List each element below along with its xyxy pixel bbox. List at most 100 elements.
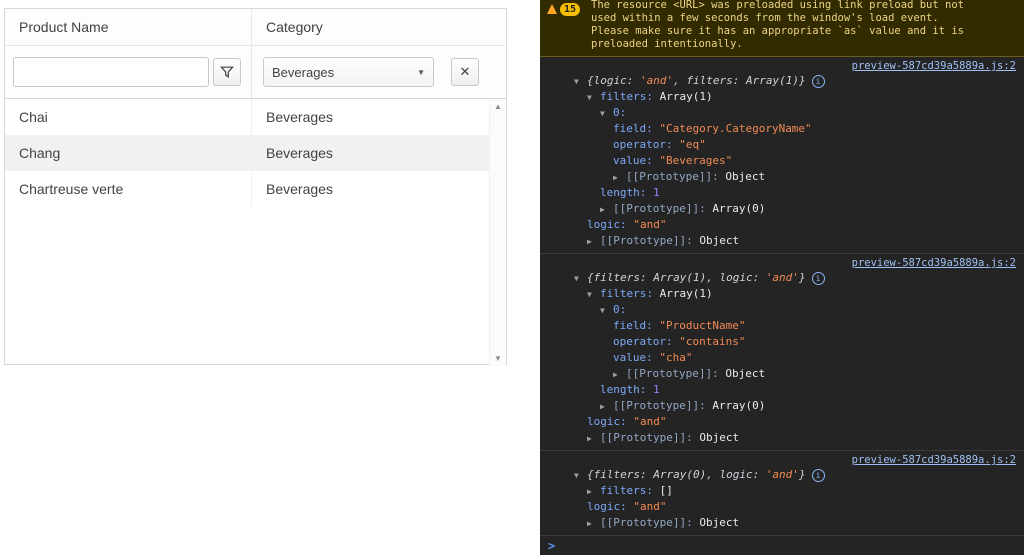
warning-line: Please make sure it has an appropriate `… <box>591 25 964 38</box>
property-value: Array(0) <box>712 399 765 412</box>
info-icon[interactable]: i <box>812 272 825 285</box>
tree-property: ▶filters: [] <box>540 483 1024 499</box>
disclosure-triangle[interactable]: ▼ <box>587 90 600 106</box>
tree-property: operator: "eq" <box>540 137 1024 153</box>
property-value: "and" <box>633 415 666 428</box>
property-name: filters: <box>600 484 660 497</box>
preview-part: {logic: <box>587 74 640 87</box>
clear-filter-button[interactable]: ✕ <box>451 58 479 86</box>
disclosure-triangle[interactable]: ▼ <box>574 74 587 90</box>
tree-property: ▶[[Prototype]]: Object <box>540 169 1024 185</box>
disclosure-triangle[interactable]: ▼ <box>574 271 587 287</box>
disclosure-triangle[interactable]: ▼ <box>587 287 600 303</box>
property-value: "contains" <box>679 335 745 348</box>
info-icon[interactable]: i <box>812 75 825 88</box>
property-name: length: <box>600 383 653 396</box>
preview-part: 'and' <box>766 468 799 481</box>
product-filter-input[interactable] <box>13 57 209 87</box>
property-value: Object <box>725 367 765 380</box>
scroll-down-arrow-icon[interactable]: ▼ <box>490 354 506 363</box>
property-name: value: <box>613 351 659 364</box>
tree-property: field: "ProductName" <box>540 318 1024 334</box>
disclosure-triangle[interactable]: ▶ <box>600 202 613 218</box>
close-icon: ✕ <box>460 64 471 80</box>
property-name: [[Prototype]]: <box>626 170 725 183</box>
disclosure-triangle[interactable]: ▶ <box>600 399 613 415</box>
warning-count-badge: 15 <box>560 3 580 16</box>
entry-header: preview-587cd39a5889a.js:2 <box>540 59 1024 73</box>
warning-text: The resource <URL> was preloaded using l… <box>591 0 964 51</box>
property-name: [[Prototype]]: <box>600 234 699 247</box>
products-grid: Product Name Category Beverages ▼ ✕ Chai… <box>4 8 507 365</box>
category-filter-cell: Beverages ▼ ✕ <box>251 46 506 98</box>
property-name: [[Prototype]]: <box>613 399 712 412</box>
tree-property: value: "Beverages" <box>540 153 1024 169</box>
disclosure-triangle[interactable]: ▶ <box>613 170 626 186</box>
tree-property: length: 1 <box>540 185 1024 201</box>
console-warning[interactable]: 15 The resource <URL> was preloaded usin… <box>540 0 1024 57</box>
console-entry: preview-587cd39a5889a.js:2▼{logic: 'and'… <box>540 57 1024 254</box>
property-name: logic: <box>587 500 633 513</box>
property-value: "and" <box>633 500 666 513</box>
info-icon[interactable]: i <box>812 469 825 482</box>
column-header-category[interactable]: Category <box>251 9 506 45</box>
property-name: operator: <box>613 335 679 348</box>
vertical-scrollbar[interactable]: ▲ ▼ <box>489 99 506 366</box>
property-value: Object <box>725 170 765 183</box>
property-value: Object <box>699 431 739 444</box>
tree-property: logic: "and" <box>540 499 1024 515</box>
tree-property: ▶[[Prototype]]: Object <box>540 366 1024 382</box>
source-link[interactable]: preview-587cd39a5889a.js:2 <box>852 257 1016 269</box>
cell-category: Beverages <box>251 99 490 135</box>
source-link[interactable]: preview-587cd39a5889a.js:2 <box>852 60 1016 72</box>
console-prompt-chevron: > <box>548 539 555 553</box>
warning-line: used within a few seconds from the windo… <box>591 12 964 25</box>
property-value: "eq" <box>679 138 706 151</box>
cell-product-name: Chang <box>5 135 251 171</box>
grid-header-row: Product Name Category <box>5 9 506 46</box>
chevron-down-icon: ▼ <box>417 68 425 77</box>
category-filter-dropdown[interactable]: Beverages ▼ <box>263 57 434 87</box>
property-value: Array(0) <box>712 202 765 215</box>
property-value: "and" <box>633 218 666 231</box>
tree-property: logic: "and" <box>540 217 1024 233</box>
disclosure-triangle[interactable]: ▼ <box>574 468 587 484</box>
warning-icon <box>547 4 557 14</box>
tree-property: ▶[[Prototype]]: Array(0) <box>540 398 1024 414</box>
console-prompt[interactable]: > <box>540 536 1024 553</box>
source-link[interactable]: preview-587cd39a5889a.js:2 <box>852 454 1016 466</box>
tree-property: ▶[[Prototype]]: Array(0) <box>540 201 1024 217</box>
disclosure-triangle[interactable]: ▶ <box>613 367 626 383</box>
table-row[interactable]: Chartreuse verteBeverages <box>5 171 490 207</box>
dropdown-selected-value: Beverages <box>272 65 417 80</box>
disclosure-triangle[interactable]: ▶ <box>587 234 600 250</box>
disclosure-triangle[interactable]: ▶ <box>587 484 600 500</box>
table-row[interactable]: ChangBeverages <box>5 135 490 171</box>
tree-property: ▼0: <box>540 105 1024 121</box>
property-name: field: <box>613 319 659 332</box>
tree-property: ▶[[Prototype]]: Object <box>540 515 1024 531</box>
disclosure-triangle[interactable]: ▶ <box>587 516 600 532</box>
tree-property: ▼0: <box>540 302 1024 318</box>
property-value: 1 <box>653 186 660 199</box>
property-name: length: <box>600 186 653 199</box>
disclosure-triangle[interactable]: ▼ <box>600 303 613 319</box>
scroll-up-arrow-icon[interactable]: ▲ <box>490 102 506 111</box>
property-value: Object <box>699 234 739 247</box>
property-value: Object <box>699 516 739 529</box>
table-row[interactable]: ChaiBeverages <box>5 99 490 135</box>
property-name: field: <box>613 122 659 135</box>
product-filter-button[interactable] <box>213 58 241 86</box>
product-filter-cell <box>5 46 251 98</box>
property-name: [[Prototype]]: <box>600 516 699 529</box>
cell-category: Beverages <box>251 135 490 171</box>
property-value: Array(1) <box>660 287 713 300</box>
disclosure-triangle[interactable]: ▼ <box>600 106 613 122</box>
property-value: Array(1) <box>660 90 713 103</box>
disclosure-triangle[interactable]: ▶ <box>587 431 600 447</box>
warning-line: The resource <URL> was preloaded using l… <box>591 0 964 12</box>
column-header-product-name[interactable]: Product Name <box>5 9 251 45</box>
tree-property: logic: "and" <box>540 414 1024 430</box>
tree-property: field: "Category.CategoryName" <box>540 121 1024 137</box>
property-name: value: <box>613 154 659 167</box>
